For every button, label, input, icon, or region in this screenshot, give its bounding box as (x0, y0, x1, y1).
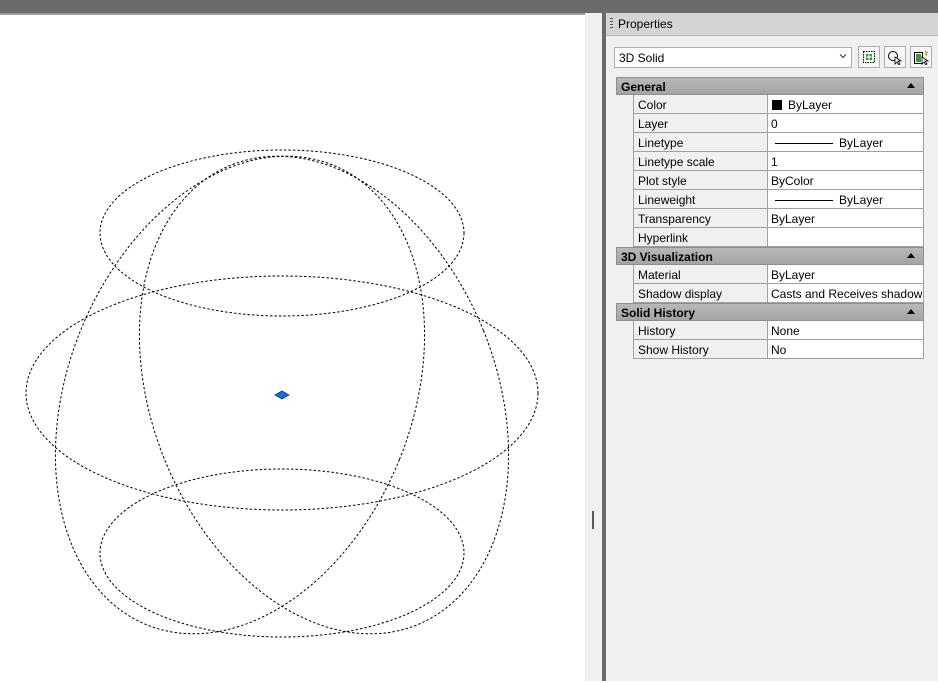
section-solid-history[interactable]: Solid History (616, 303, 924, 321)
property-row-linetype-scale[interactable]: Linetype scale 1 (633, 152, 924, 171)
collapse-icon[interactable] (907, 83, 915, 88)
color-swatch (772, 100, 782, 110)
object-type-value: 3D Solid (619, 51, 665, 65)
quick-select-icon (914, 49, 929, 65)
quick-select-button[interactable] (910, 46, 932, 68)
window-top-bar (0, 0, 938, 13)
property-row-show-history[interactable]: Show History No (633, 340, 924, 359)
chevron-down-icon (839, 54, 847, 59)
drag-grip-icon[interactable] (610, 18, 613, 29)
properties-palette: Properties 3D Solid General Color ByLaye… (606, 13, 938, 681)
property-row-shadow-display[interactable]: Shadow display Casts and Receives shadow… (633, 284, 924, 303)
select-objects-button[interactable] (884, 46, 906, 68)
property-row-color[interactable]: Color ByLayer (633, 95, 924, 114)
property-row-history[interactable]: History None (633, 321, 924, 340)
property-row-material[interactable]: Material ByLayer (633, 265, 924, 284)
select-objects-icon (888, 51, 903, 65)
palette-title: Properties (618, 17, 673, 31)
property-row-linetype[interactable]: Linetype ByLayer (633, 133, 924, 152)
meridian-ellipse-right (138, 155, 510, 635)
object-type-dropdown[interactable]: 3D Solid (614, 47, 852, 68)
drawing-viewport[interactable] (0, 13, 585, 683)
pickadd-button[interactable] (858, 46, 880, 68)
collapse-icon[interactable] (907, 253, 915, 258)
property-row-transparency[interactable]: Transparency ByLayer (633, 209, 924, 228)
section-3d-visualization[interactable]: 3D Visualization (616, 247, 924, 265)
property-row-hyperlink[interactable]: Hyperlink (633, 228, 924, 247)
sphere-wireframe (25, 149, 539, 638)
splitter-grip[interactable] (592, 511, 594, 529)
center-grip-icon (274, 390, 290, 400)
lineweight-preview (775, 200, 833, 201)
panel-splitter[interactable] (585, 13, 602, 681)
section-general[interactable]: General (616, 77, 924, 95)
meridian-ellipse-left (54, 155, 426, 635)
collapse-icon[interactable] (907, 309, 915, 314)
property-row-lineweight[interactable]: Lineweight ByLayer (633, 190, 924, 209)
property-row-plot-style[interactable]: Plot style ByColor (633, 171, 924, 190)
linetype-preview (775, 143, 833, 144)
property-grid: General Color ByLayer Layer 0 Linetype B… (616, 77, 924, 359)
latitude-ellipse-bottom (99, 468, 465, 638)
pickadd-icon (863, 51, 875, 63)
property-row-layer[interactable]: Layer 0 (633, 114, 924, 133)
palette-title-bar[interactable]: Properties (606, 13, 938, 36)
